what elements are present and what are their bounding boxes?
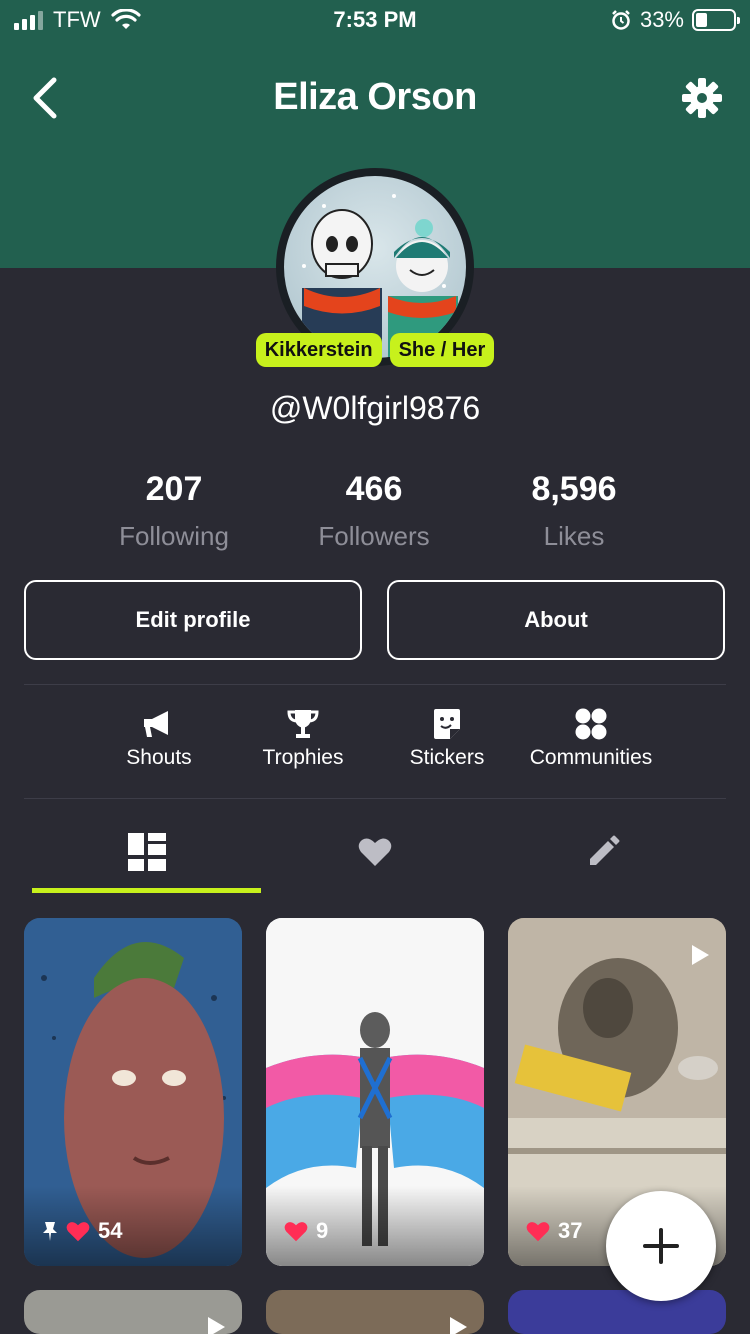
menu-item-stickers[interactable]: Stickers [372,706,522,770]
post-card[interactable] [24,1290,242,1334]
profile-badges: Kikkerstein She / Her [0,333,750,367]
profile-menu: Shouts Trophies Stickers Communities [0,706,750,786]
tab-posts[interactable] [32,810,262,894]
pin-icon [43,1222,57,1241]
stat-following[interactable]: 207 Following [74,470,274,552]
tab-likes[interactable] [260,810,490,894]
play-icon [450,1317,467,1334]
trophy-icon [287,710,319,738]
communities-icon [575,708,607,740]
menu-item-label: Stickers [409,746,485,769]
divider [24,798,726,799]
content-tabs [0,810,750,894]
stat-followers-value: 466 [345,470,403,508]
play-icon [692,945,709,965]
heart-icon [66,1221,90,1241]
avatar-image [284,176,466,358]
post-meta: 54 [42,1218,122,1244]
plus-icon [643,1228,679,1264]
menu-item-shouts[interactable]: Shouts [84,706,234,770]
grid-icon [128,833,166,871]
edit-profile-button[interactable]: Edit profile [24,580,362,660]
divider [24,684,726,685]
menu-item-label: Shouts [126,746,192,769]
pronouns-badge[interactable]: She / Her [389,333,495,367]
post-like-count: 9 [316,1218,329,1243]
menu-item-label: Communities [529,746,653,769]
settings-button[interactable] [680,76,724,120]
stat-likes-value: 8,596 [531,470,617,508]
tab-drafts[interactable] [488,810,718,894]
stat-followers-label: Followers [318,521,430,551]
menu-item-trophies[interactable]: Trophies [228,706,378,770]
about-button[interactable]: About [387,580,725,660]
megaphone-icon [144,711,168,737]
battery-percent: 33% [639,7,684,32]
post-card[interactable]: 9 [266,918,484,1266]
stat-likes-label: Likes [543,521,605,551]
menu-item-label: Trophies [262,746,344,769]
status-bar: TFW 7:53 PM 33% [0,0,750,40]
post-like-count: 37 [558,1218,583,1243]
stat-following-value: 207 [145,470,203,508]
post-card[interactable] [266,1290,484,1334]
post-meta: 9 [284,1218,328,1244]
create-post-button[interactable] [606,1191,716,1301]
stat-likes[interactable]: 8,596 Likes [474,470,674,552]
gear-icon [682,78,722,118]
active-tab-indicator [32,888,261,893]
status-right: 33% [610,7,740,33]
pencil-icon [590,835,620,865]
heart-icon [284,1221,308,1241]
post-meta: 37 [526,1218,582,1244]
stat-followers[interactable]: 466 Followers [274,470,474,552]
post-card[interactable] [508,1290,726,1334]
menu-item-communities[interactable]: Communities [516,706,666,770]
post-card[interactable]: 54 [24,918,242,1266]
sticker-icon [434,709,460,739]
alarm-icon [612,10,630,30]
stat-following-label: Following [119,521,229,551]
heart-icon [358,838,392,866]
post-like-count: 54 [98,1218,123,1243]
title-badge[interactable]: Kikkerstein [255,333,382,367]
username: @W0lfgirl9876 [269,390,481,426]
battery-icon [692,9,740,31]
heart-icon [526,1221,550,1241]
page-title: Eliza Orson [273,76,477,118]
play-icon [208,1317,225,1334]
